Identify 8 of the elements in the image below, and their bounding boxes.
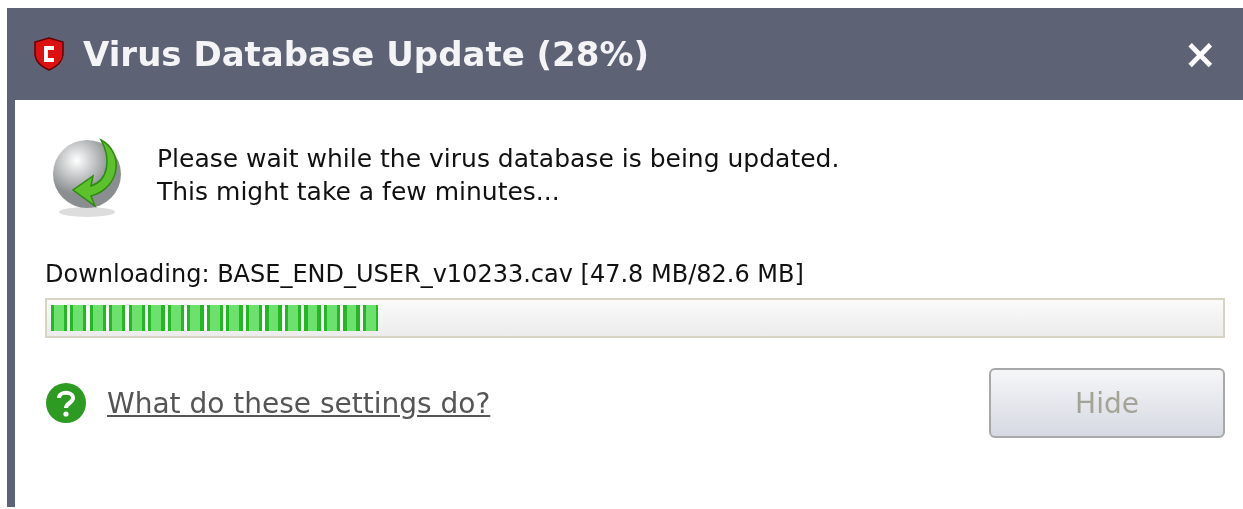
download-status: Downloading: BASE_END_USER_v10233.cav [47.8 MB/82.6 MB] [45, 260, 805, 288]
close-button[interactable]: × [1179, 34, 1221, 74]
message-text: This might take a few minutes... [157, 177, 561, 206]
window-title: Virus Database Update (28%) [83, 34, 651, 74]
help-icon [45, 382, 87, 424]
message-text: Please wait while the virus database is being updated. [157, 144, 840, 173]
shield-logo-icon [33, 37, 65, 71]
help-link[interactable]: What do these settings do? [107, 386, 969, 420]
